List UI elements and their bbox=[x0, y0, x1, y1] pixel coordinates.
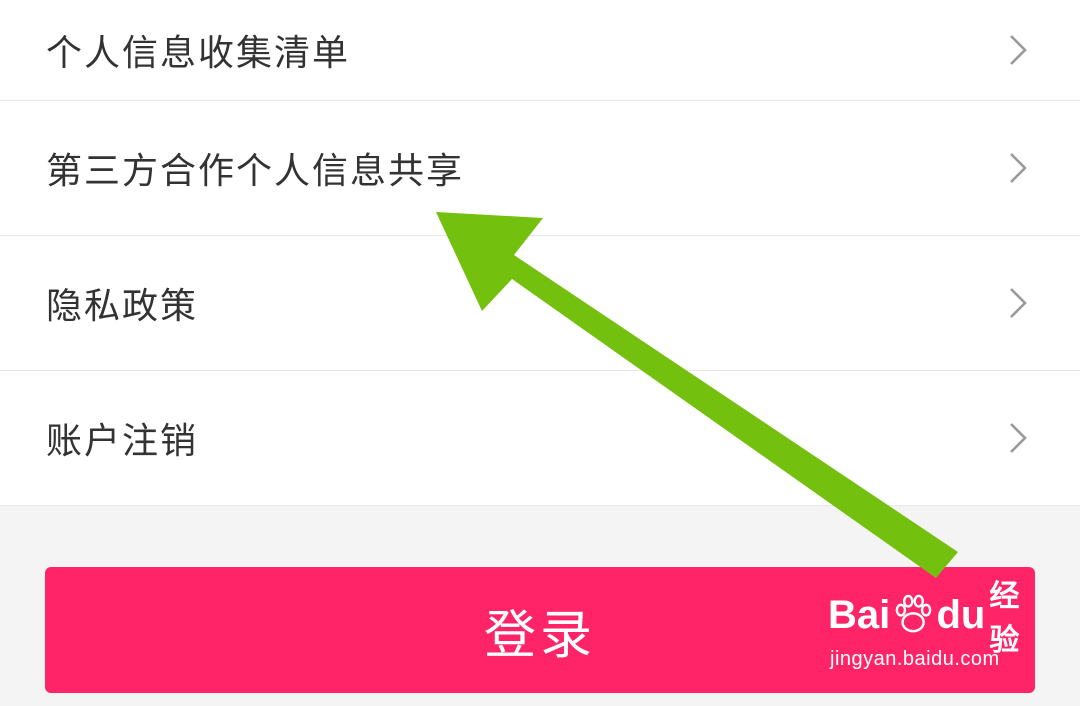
chevron-right-icon bbox=[1010, 423, 1027, 453]
settings-menu: 个人信息收集清单 第三方合作个人信息共享 隐私政策 账户注销 bbox=[0, 0, 1080, 506]
chevron-right-icon bbox=[1010, 153, 1027, 183]
menu-item-label: 个人信息收集清单 bbox=[46, 33, 351, 74]
menu-item-label: 隐私政策 bbox=[46, 286, 199, 327]
paw-icon bbox=[895, 594, 932, 633]
logo-bai-text: Bai bbox=[828, 593, 891, 637]
logo-du-text: du bbox=[936, 593, 986, 637]
menu-item-privacy-policy[interactable]: 隐私政策 bbox=[0, 236, 1080, 371]
menu-item-account-deletion[interactable]: 账户注销 bbox=[0, 371, 1080, 506]
menu-item-third-party-sharing[interactable]: 第三方合作个人信息共享 bbox=[0, 101, 1080, 236]
chevron-right-icon bbox=[1010, 35, 1027, 65]
logo-jingyan-text: 经验 bbox=[989, 579, 1020, 658]
baidu-logo: Bai du 经验 bbox=[828, 579, 1038, 658]
menu-item-label: 第三方合作个人信息共享 bbox=[46, 151, 465, 192]
chevron-right-icon bbox=[1010, 288, 1027, 318]
baidu-jingyan-watermark: Bai du 经验 jingyan.baidu.com bbox=[828, 579, 1038, 684]
watermark-url: jingyan.baidu.com bbox=[830, 648, 1000, 670]
menu-item-personal-info-list[interactable]: 个人信息收集清单 bbox=[0, 0, 1080, 101]
menu-item-label: 账户注销 bbox=[46, 421, 199, 462]
